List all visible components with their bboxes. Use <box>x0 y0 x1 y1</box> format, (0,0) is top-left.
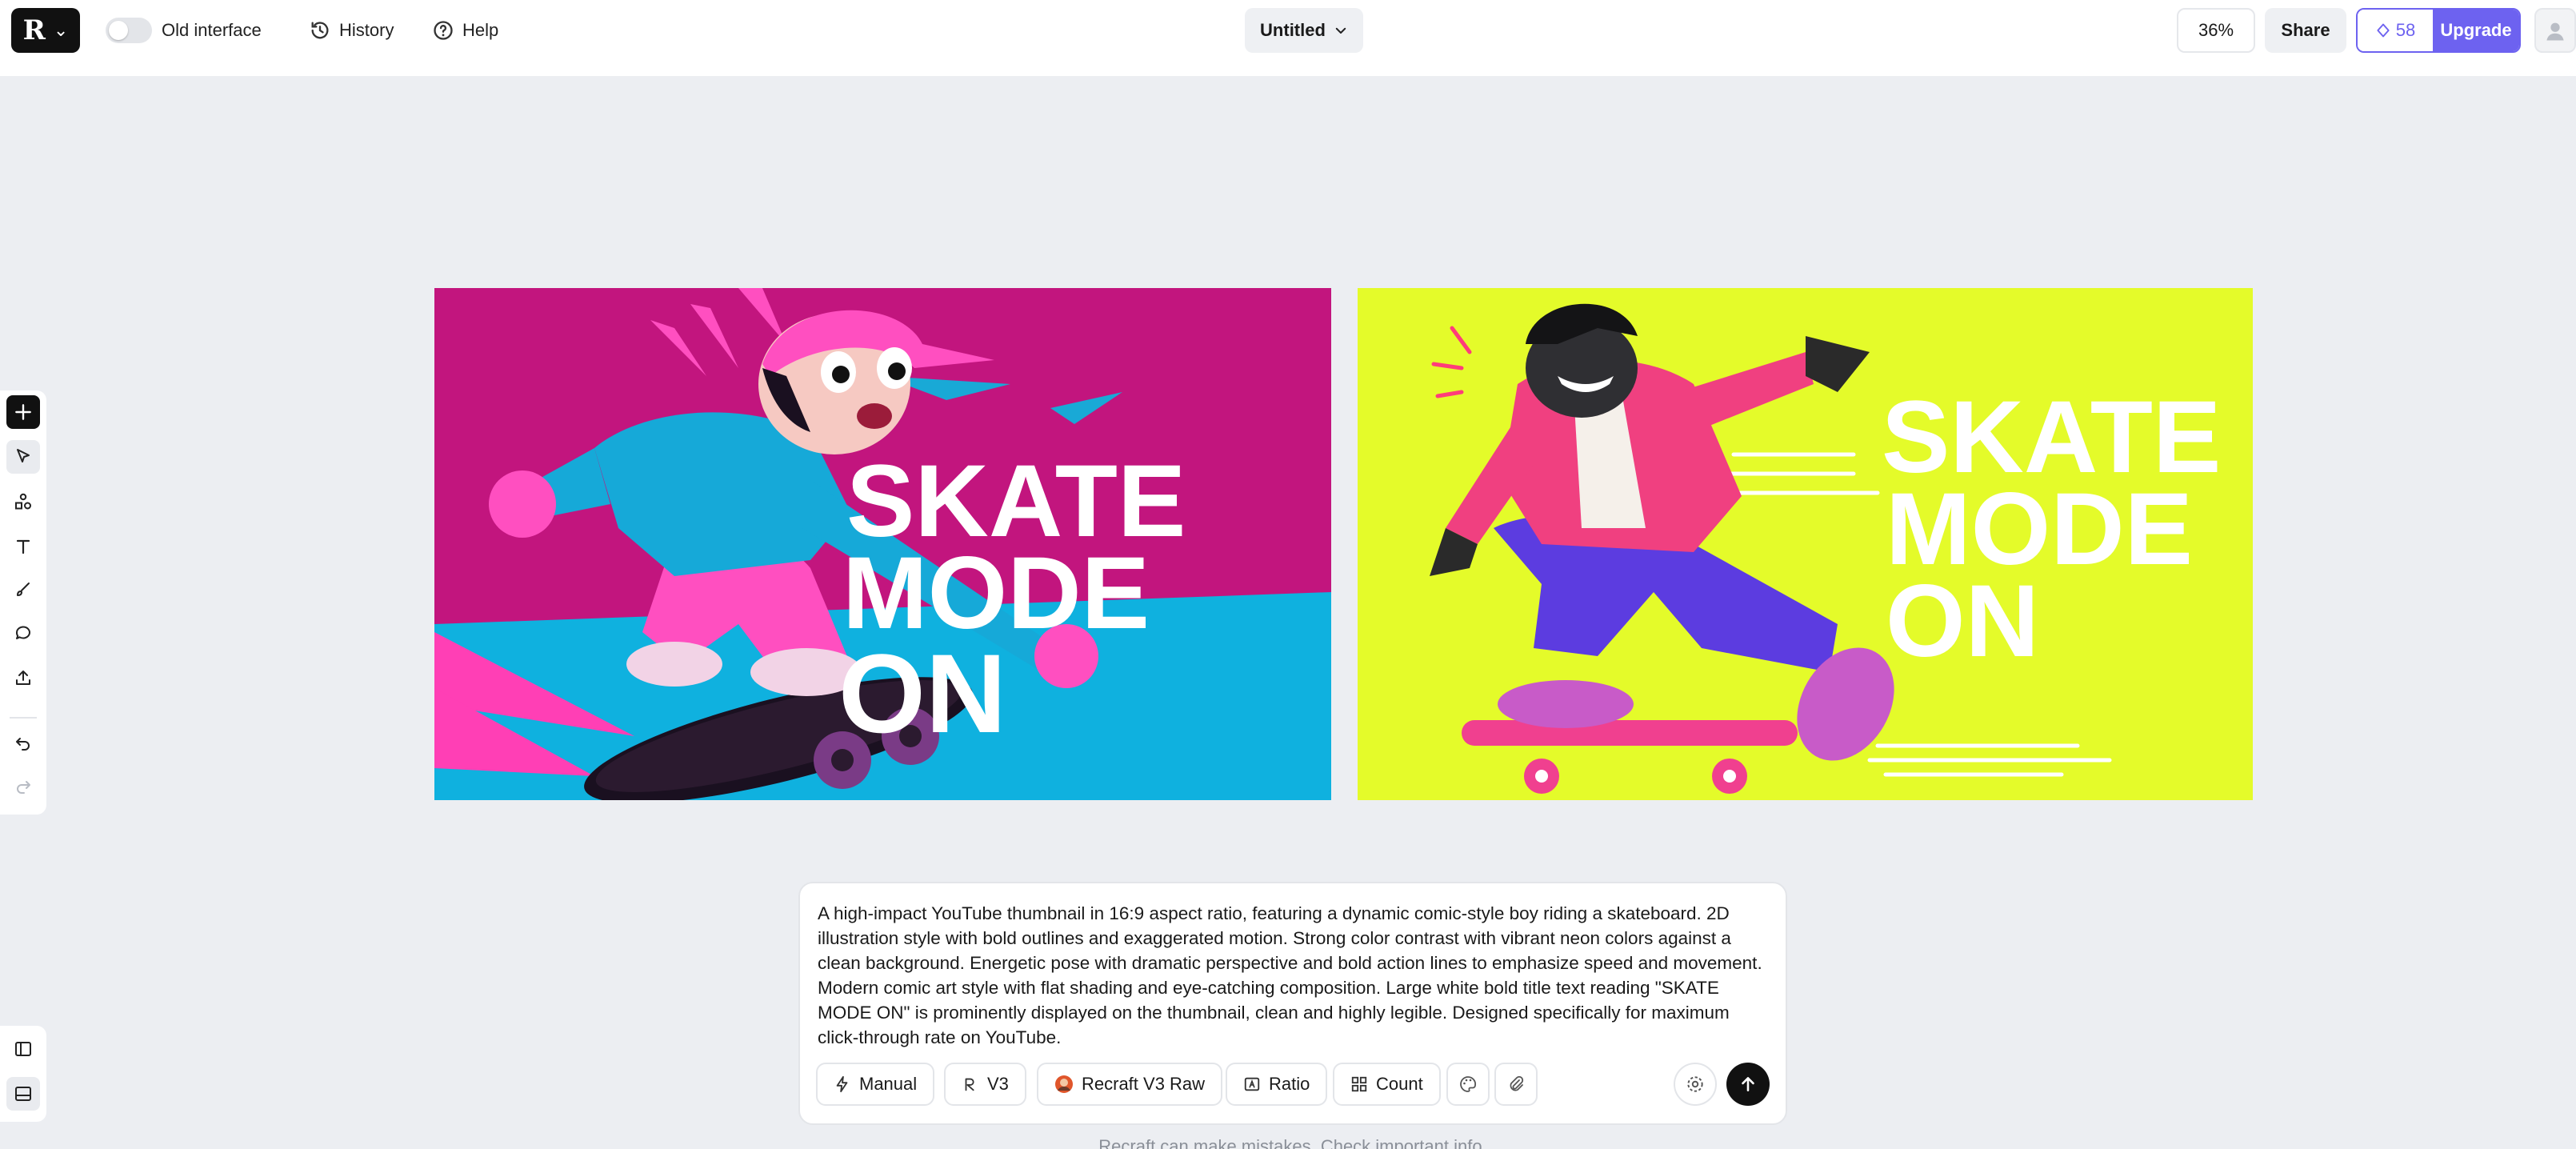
old-interface-toggle[interactable] <box>106 18 152 43</box>
grid-icon <box>1351 1076 1367 1092</box>
credits-upgrade-group: 58 Upgrade <box>2356 8 2521 53</box>
help-icon[interactable] <box>432 19 454 42</box>
brush-icon <box>17 583 30 596</box>
plus-icon <box>15 404 31 420</box>
layers-panel-button[interactable] <box>6 1032 40 1066</box>
shapes-tool-button[interactable] <box>6 485 40 518</box>
model-version-label: V3 <box>987 1074 1009 1094</box>
zoom-level-button[interactable]: 36% <box>2177 8 2255 53</box>
style-label: Recraft V3 Raw <box>1082 1074 1206 1094</box>
skate-boy-illustration-2: SKATE MODE ON <box>1358 288 2253 800</box>
count-button[interactable]: Count <box>1333 1063 1441 1106</box>
ratio-button[interactable]: Ratio <box>1226 1063 1328 1106</box>
gear-icon <box>1687 1076 1703 1092</box>
chevron-down-icon: ⌄ <box>53 20 69 40</box>
manual-mode-button[interactable]: Manual <box>816 1063 935 1106</box>
skate-boy-illustration-1: SKATE MODE ON <box>434 288 1331 800</box>
lightning-icon <box>836 1075 848 1093</box>
art2-title-line-3: ON <box>1886 564 2039 679</box>
document-title: Untitled <box>1260 20 1326 40</box>
comment-tool-button[interactable] <box>6 616 40 650</box>
color-palette-button[interactable] <box>1446 1063 1490 1106</box>
paperclip-icon <box>1510 1075 1524 1091</box>
text-icon <box>16 539 30 554</box>
app-menu-button[interactable]: R ⌄ <box>11 8 80 53</box>
chevron-down-icon <box>1335 27 1346 34</box>
prompt-textarea[interactable]: A high-impact YouTube thumbnail in 16:9 … <box>818 901 1770 1050</box>
brush-tool-button[interactable] <box>6 573 40 607</box>
attach-button[interactable] <box>1494 1063 1538 1106</box>
generate-button[interactable] <box>1726 1063 1770 1106</box>
generated-image-2[interactable]: SKATE MODE ON <box>1358 288 2253 800</box>
ratio-icon <box>1244 1077 1260 1091</box>
credits-count: 58 <box>2395 20 2416 40</box>
top-bar: R ⌄ Old interface History Help Untitled … <box>0 0 2576 76</box>
panel-toggle-toolbar <box>0 1026 46 1122</box>
credits-button[interactable]: 58 <box>2358 10 2433 51</box>
upload-icon <box>16 671 30 685</box>
model-version-button[interactable]: V3 <box>944 1063 1026 1106</box>
count-label: Count <box>1376 1074 1423 1094</box>
undo-button[interactable] <box>6 727 40 760</box>
redo-button[interactable] <box>6 770 40 803</box>
user-icon <box>2546 22 2564 41</box>
ratio-label: Ratio <box>1269 1074 1310 1094</box>
shapes-icon <box>15 493 31 510</box>
toolbar-divider <box>10 717 37 719</box>
bottom-panel-icon <box>15 1087 31 1101</box>
old-interface-label: Old interface <box>162 20 262 40</box>
upload-tool-button[interactable] <box>6 661 40 695</box>
manual-mode-label: Manual <box>859 1074 918 1094</box>
recraft-logo-icon <box>965 1078 974 1091</box>
style-thumbnail-icon <box>1055 1075 1073 1093</box>
upgrade-button[interactable]: Upgrade <box>2433 10 2519 51</box>
history-icon[interactable] <box>309 19 331 42</box>
generated-image-1[interactable]: SKATE MODE ON <box>434 288 1331 800</box>
diamond-icon <box>2377 23 2390 38</box>
disclaimer-text: Recraft can make mistakes. Check importa… <box>1098 1136 1487 1149</box>
history-link[interactable]: History <box>339 18 394 43</box>
help-link[interactable]: Help <box>462 18 498 43</box>
settings-button[interactable] <box>1674 1063 1717 1106</box>
prompt-panel: A high-impact YouTube thumbnail in 16:9 … <box>798 882 1787 1125</box>
share-button[interactable]: Share <box>2265 8 2346 53</box>
document-title-button[interactable]: Untitled <box>1245 8 1363 53</box>
style-button[interactable]: Recraft V3 Raw <box>1037 1063 1223 1106</box>
undo-icon <box>16 738 30 751</box>
sidebar-panel-icon <box>15 1042 31 1056</box>
palette-icon <box>1460 1076 1476 1092</box>
left-toolbar <box>0 390 46 815</box>
comment-icon <box>16 626 30 639</box>
bottom-panel-button[interactable] <box>6 1077 40 1111</box>
redo-icon <box>17 781 30 794</box>
add-tool-button[interactable] <box>6 395 40 429</box>
recraft-logo-icon: R <box>22 14 46 46</box>
select-tool-button[interactable] <box>6 440 40 474</box>
user-avatar[interactable] <box>2534 8 2576 53</box>
text-tool-button[interactable] <box>6 530 40 563</box>
arrow-up-icon <box>1742 1077 1754 1091</box>
art1-title-line-3: ON <box>838 631 1006 756</box>
cursor-icon <box>17 449 30 462</box>
